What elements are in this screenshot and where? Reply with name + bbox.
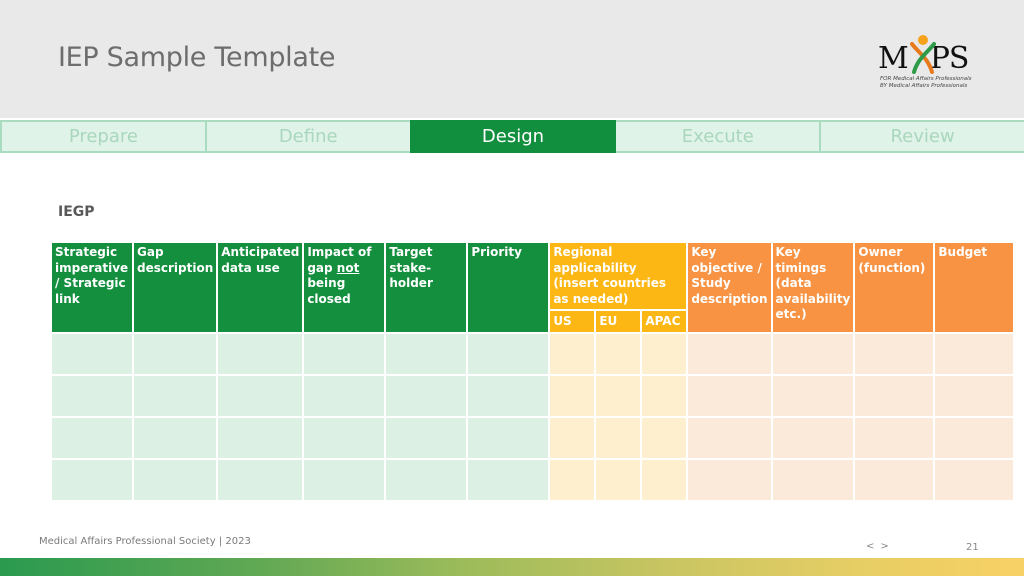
page-title: IEP Sample Template: [58, 42, 336, 73]
maps-logo: M PS FOR Medical Affairs Professionals BY…: [878, 34, 990, 92]
step-define[interactable]: Define: [204, 120, 412, 153]
iegp-table: Strategic imperative / Strategic link Ga…: [50, 241, 1016, 502]
table-cell[interactable]: [770, 415, 856, 460]
table-cell[interactable]: [50, 331, 134, 376]
table-cell[interactable]: [853, 331, 936, 376]
table-cell[interactable]: [548, 331, 597, 376]
prev-slide-button[interactable]: <: [866, 541, 880, 552]
table-cell[interactable]: [50, 373, 134, 418]
table-cell[interactable]: [933, 457, 1016, 502]
table-cell[interactable]: [384, 373, 469, 418]
table-cell[interactable]: [50, 457, 134, 502]
table-cell[interactable]: [131, 457, 219, 502]
step-review[interactable]: Review: [819, 120, 1024, 153]
table-cell[interactable]: [302, 457, 387, 502]
table-cell[interactable]: [216, 373, 305, 418]
table-cell[interactable]: [466, 373, 551, 418]
table-cell[interactable]: [640, 331, 689, 376]
table-cell[interactable]: [686, 457, 773, 502]
table-cell[interactable]: [548, 415, 597, 460]
table-cell[interactable]: [770, 373, 856, 418]
table-cell[interactable]: [770, 331, 856, 376]
header-regional-applicability: Regional applicability (insert countries…: [548, 241, 689, 311]
header-priority: Priority: [466, 241, 551, 334]
table-cell[interactable]: [853, 373, 936, 418]
logo-figure-icon: [910, 35, 936, 74]
table-cell[interactable]: [594, 331, 643, 376]
header-gap-description: Gap description: [131, 241, 219, 334]
header-target-stakeholder: Target stake-holder: [384, 241, 469, 334]
table-cell[interactable]: [131, 415, 219, 460]
table-cell[interactable]: [686, 415, 773, 460]
table-cell[interactable]: [466, 331, 551, 376]
page-number: 21: [966, 542, 979, 553]
table-cell[interactable]: [384, 415, 469, 460]
table-cell[interactable]: [302, 373, 387, 418]
table-cell[interactable]: [594, 415, 643, 460]
table-cell[interactable]: [131, 373, 219, 418]
table-cell[interactable]: [686, 373, 773, 418]
table-row: [50, 457, 1016, 502]
table-cell[interactable]: [384, 457, 469, 502]
table-cell[interactable]: [853, 415, 936, 460]
table-cell[interactable]: [548, 457, 597, 502]
header-budget: Budget: [933, 241, 1016, 334]
footer-org: Medical Affairs Professional Society | 2…: [39, 536, 251, 547]
table-cell[interactable]: [594, 457, 643, 502]
header-strategic-imperative: Strategic imperative / Strategic link: [50, 241, 134, 334]
table-row: [50, 415, 1016, 460]
header-region-us: US: [548, 309, 597, 334]
table-cell[interactable]: [640, 373, 689, 418]
table-cell[interactable]: [50, 415, 134, 460]
table-cell[interactable]: [933, 373, 1016, 418]
header-region-apac: APAC: [640, 309, 689, 334]
table-cell[interactable]: [640, 457, 689, 502]
table-cell[interactable]: [466, 457, 551, 502]
step-design[interactable]: Design: [409, 120, 617, 153]
table-cell[interactable]: [466, 415, 551, 460]
table-cell[interactable]: [594, 373, 643, 418]
step-execute[interactable]: Execute: [614, 120, 822, 153]
table-cell[interactable]: [686, 331, 773, 376]
slide-nav: <>: [866, 541, 895, 552]
header-anticipated-data-use: Anticipated data use: [216, 241, 305, 334]
table-cell[interactable]: [302, 415, 387, 460]
table-row: [50, 373, 1016, 418]
header-key-objective: Key objective / Study description: [686, 241, 773, 334]
header-key-timings: Key timings (data availability etc.): [770, 241, 856, 334]
logo-tagline: FOR Medical Affairs Professionals BY Med…: [880, 76, 972, 89]
table-row: [50, 331, 1016, 376]
table-cell[interactable]: [933, 331, 1016, 376]
table-cell[interactable]: [131, 331, 219, 376]
table-cell[interactable]: [216, 457, 305, 502]
table-cell[interactable]: [853, 457, 936, 502]
header-impact-of-gap: Impact of gap not being closed: [302, 241, 387, 334]
table-cell[interactable]: [302, 331, 387, 376]
table-cell[interactable]: [216, 415, 305, 460]
table-cell[interactable]: [640, 415, 689, 460]
header-owner: Owner (function): [853, 241, 936, 334]
table-cell[interactable]: [770, 457, 856, 502]
table-cell[interactable]: [384, 331, 469, 376]
table-cell[interactable]: [216, 331, 305, 376]
table-cell[interactable]: [548, 373, 597, 418]
section-label: IEGP: [58, 204, 95, 220]
process-steps: Prepare Define Design Execute Review: [0, 120, 1024, 153]
table-cell[interactable]: [933, 415, 1016, 460]
header-region-eu: EU: [594, 309, 643, 334]
next-slide-button[interactable]: >: [880, 541, 894, 552]
step-prepare[interactable]: Prepare: [0, 120, 207, 153]
footer-gradient-bar: [0, 558, 1024, 576]
table-body: [50, 331, 1016, 502]
